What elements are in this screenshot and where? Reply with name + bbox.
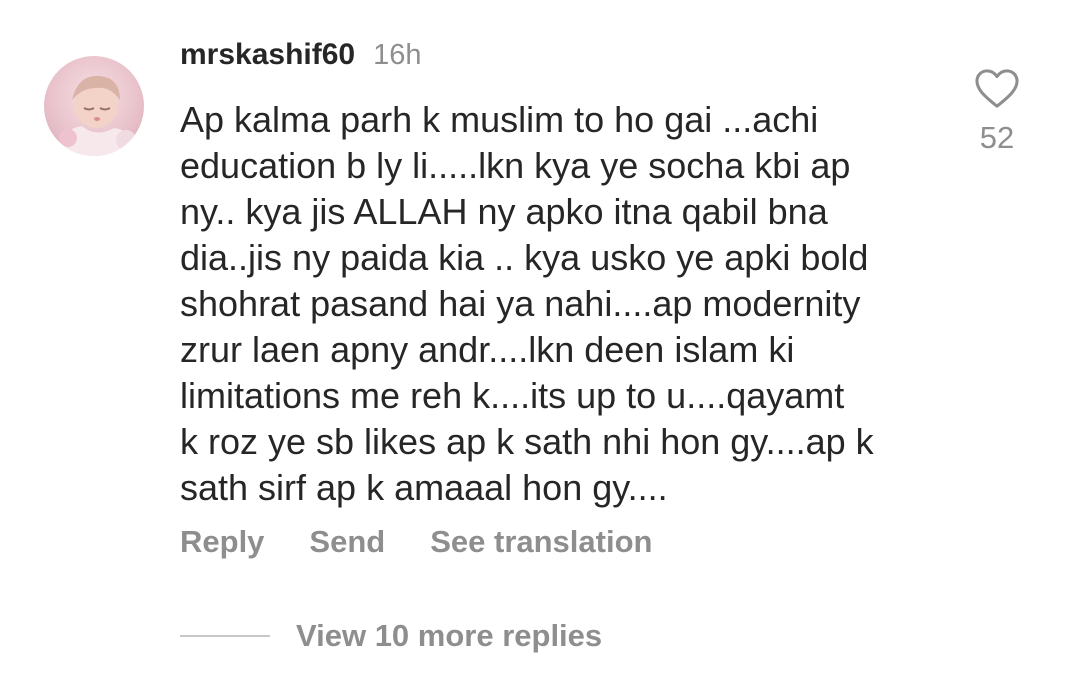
comment-header: mrskashif60 16h xyxy=(180,38,422,78)
send-button[interactable]: Send xyxy=(309,524,385,560)
timestamp: 16h xyxy=(373,39,422,71)
avatar[interactable] xyxy=(44,56,144,156)
like-section: 52 xyxy=(966,68,1028,156)
comment-actions: Reply Send See translation xyxy=(180,524,652,560)
heart-outline-icon[interactable] xyxy=(974,68,1020,110)
replies-divider xyxy=(180,635,270,637)
view-more-replies-button[interactable]: View 10 more replies xyxy=(296,618,602,654)
username[interactable]: mrskashif60 xyxy=(180,38,355,72)
like-count: 52 xyxy=(979,120,1015,155)
reply-button[interactable]: Reply xyxy=(180,524,264,560)
see-translation-button[interactable]: See translation xyxy=(430,524,652,560)
view-replies[interactable]: View 10 more replies xyxy=(180,618,602,654)
avatar-photo xyxy=(58,75,136,156)
comment-text: Ap kalma parh k muslim to ho gai ...achi… xyxy=(180,99,874,508)
